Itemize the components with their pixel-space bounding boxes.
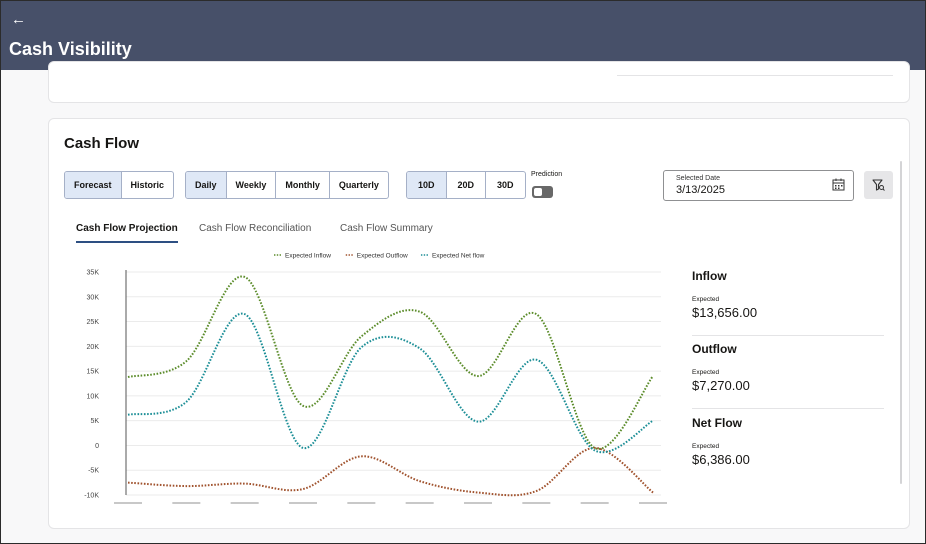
y-tick-label: 35K [87, 270, 100, 277]
inflow-title: Inflow [692, 269, 727, 283]
cash-flow-card: Cash Flow Forecast Historic Daily Weekly… [48, 118, 910, 529]
inflow-label: Expected [692, 296, 720, 303]
cash-flow-chart: 35K 30K 25K 20K 15K 10K 5K 0 -5K -10K Expected Inf… [84, 253, 667, 504]
divider [617, 75, 893, 76]
netflow-value: $6,386.00 [692, 452, 750, 467]
y-tick-label: -5K [88, 468, 99, 475]
y-tick-label: 25K [87, 319, 100, 326]
y-tick-label: 20K [87, 344, 100, 351]
outflow-value: $7,270.00 [692, 378, 750, 393]
legend-label: Expected Outflow [357, 253, 408, 260]
legend-label: Expected Inflow [285, 253, 331, 260]
page-header: ← Cash Visibility [1, 1, 925, 70]
selected-date-field[interactable]: Selected Date 3/13/2025 [663, 170, 854, 201]
series-line-3 [127, 312, 654, 454]
filter-button[interactable] [864, 171, 893, 199]
x-tick-label [172, 502, 201, 504]
divider [692, 408, 884, 409]
x-tick-label [230, 502, 259, 504]
filter-icon [872, 179, 885, 191]
page-title: Cash Visibility [9, 39, 132, 59]
calendar-icon[interactable] [832, 178, 845, 191]
app-window: ← Cash Visibility Cash Flow Forecast His… [0, 0, 926, 544]
x-tick-label [347, 502, 376, 504]
inflow-value: $13,656.00 [692, 305, 758, 320]
netflow-label: Expected [692, 443, 720, 450]
divider [692, 335, 884, 336]
x-tick-label [580, 502, 609, 504]
x-tick-label [405, 502, 434, 504]
x-tick-label [639, 502, 667, 504]
y-tick-label: 10K [87, 393, 100, 400]
outflow-title: Outflow [692, 342, 737, 356]
x-tick-label [289, 502, 317, 504]
x-tick-label [522, 502, 551, 504]
x-tick-label [114, 502, 142, 504]
y-tick-label: 5K [90, 418, 99, 425]
x-tick-label [464, 502, 492, 504]
back-arrow-icon[interactable]: ← [11, 12, 26, 27]
y-tick-label: 30K [87, 294, 100, 301]
series-line-2 [127, 446, 654, 497]
outflow-label: Expected [692, 369, 720, 376]
y-tick-label: 15K [87, 369, 100, 376]
netflow-title: Net Flow [692, 416, 742, 430]
y-tick-label: -10K [84, 493, 99, 500]
y-tick-label: 0 [95, 443, 99, 450]
legend-label: Expected Net flow [432, 253, 485, 260]
previous-card [48, 61, 910, 103]
vertical-scrollbar[interactable] [900, 161, 902, 484]
